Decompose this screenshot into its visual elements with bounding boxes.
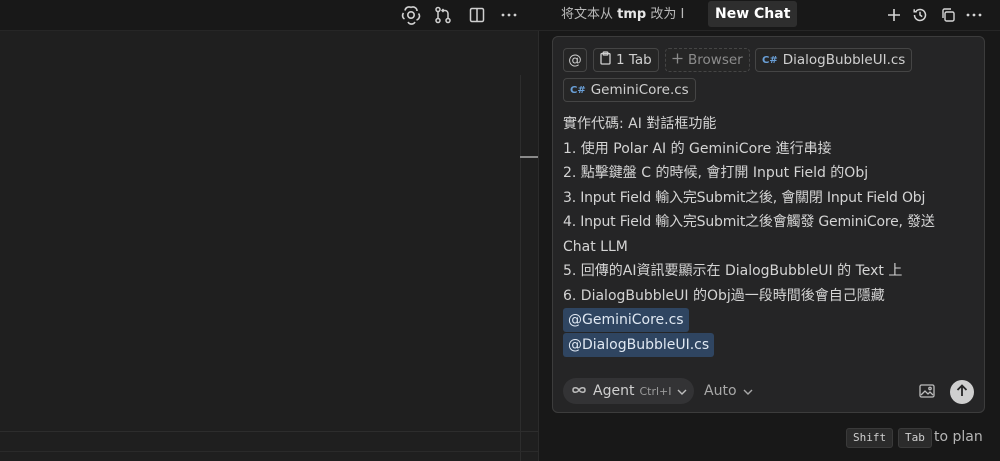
panel-divider	[0, 431, 538, 432]
add-context-button[interactable]: @	[563, 48, 587, 72]
send-button[interactable]	[950, 380, 974, 404]
infinity-icon	[570, 383, 588, 399]
copy-window-icon[interactable]	[938, 4, 958, 26]
agent-mode-selector[interactable]: Agent Ctrl+I	[563, 378, 694, 404]
prompt-input[interactable]: 實作代碼: AI 對話框功能 1. 使用 Polar AI 的 GeminiCo…	[563, 112, 975, 357]
more-icon[interactable]	[498, 4, 520, 26]
agent-mode-shortcut: Ctrl+I	[639, 384, 672, 398]
chevron-down-icon	[743, 383, 753, 399]
shift-key: Shift	[846, 428, 894, 448]
browser-context-chip[interactable]: Browser	[665, 48, 750, 72]
mention-geminicore[interactable]: @GeminiCore.cs	[563, 308, 689, 332]
at-symbol: @	[568, 52, 582, 68]
openai-icon[interactable]	[400, 4, 422, 26]
prompt-line: 實作代碼: AI 對話框功能	[563, 116, 717, 132]
plan-hint-text: to plan	[934, 429, 983, 445]
editor-area[interactable]	[0, 31, 539, 461]
split-editor-icon[interactable]	[466, 4, 488, 26]
mention-dialogbubbleui[interactable]: @DialogBubbleUI.cs	[563, 332, 715, 357]
file-chip-dialogbubbleui[interactable]: C# DialogBubbleUI.cs	[755, 48, 913, 72]
history-tab-bold: tmp	[617, 7, 647, 22]
prompt-line: 4. Input Field 輸入完Submit之後會觸發 GeminiCore…	[563, 214, 935, 230]
header-more-icon[interactable]	[964, 4, 984, 26]
prompt-line: 6. DialogBubbleUI 的Obj過一段時間後會自己隱藏	[563, 287, 885, 304]
history-tab-prefix: 将文本从	[561, 7, 618, 22]
file-chip-2-label: GeminiCore.cs	[590, 82, 689, 98]
browser-chip-label: Browser	[688, 52, 743, 68]
arrow-up-icon	[956, 383, 968, 401]
prompt-line: 5. 回傳的AI資訊要顯示在 DialogBubbleUI 的 Text 上	[563, 263, 903, 279]
image-icon[interactable]	[919, 384, 935, 402]
new-chat-tab[interactable]: New Chat	[708, 1, 798, 27]
source-control-icon[interactable]	[432, 4, 454, 26]
panel-divider-2	[0, 451, 538, 452]
scroll-marker	[520, 156, 538, 158]
prompt-line: 2. 點擊鍵盤 C 的時候, 會打開 Input Field 的Obj	[563, 165, 869, 181]
prompt-line: 1. 使用 Polar AI 的 GeminiCore 進行串接	[563, 140, 832, 157]
history-tab-suffix: 改为 I	[646, 7, 685, 22]
chevron-down-icon	[677, 383, 687, 399]
model-label: Auto	[704, 383, 737, 399]
top-bar: 将文本从 tmp 改为 I New Chat	[0, 0, 1000, 31]
csharp-file-icon: C#	[762, 54, 778, 66]
chat-composer: @ 1 Tab Browser C# DialogBubbleUI.cs C# …	[552, 36, 985, 413]
clipboard-icon	[600, 51, 611, 69]
editor-ruler	[520, 75, 521, 461]
prompt-line: 3. Input Field 輸入完Submit之後, 會關閉 Input Fi…	[563, 189, 926, 206]
plus-icon-small	[672, 52, 683, 68]
file-chip-1-label: DialogBubbleUI.cs	[782, 52, 906, 68]
model-selector[interactable]: Auto	[704, 378, 753, 404]
prompt-line: Chat LLM	[563, 238, 628, 255]
agent-mode-label: Agent	[593, 383, 635, 399]
chat-history-tab[interactable]: 将文本从 tmp 改为 I	[561, 5, 695, 25]
plus-icon[interactable]	[884, 4, 904, 26]
tab-key: Tab	[898, 428, 932, 448]
csharp-file-icon: C#	[570, 84, 586, 96]
file-chip-geminicore[interactable]: C# GeminiCore.cs	[563, 78, 696, 102]
history-icon[interactable]	[910, 4, 930, 26]
tab-context-chip[interactable]: 1 Tab	[593, 48, 659, 72]
tab-chip-label: 1 Tab	[616, 52, 652, 68]
